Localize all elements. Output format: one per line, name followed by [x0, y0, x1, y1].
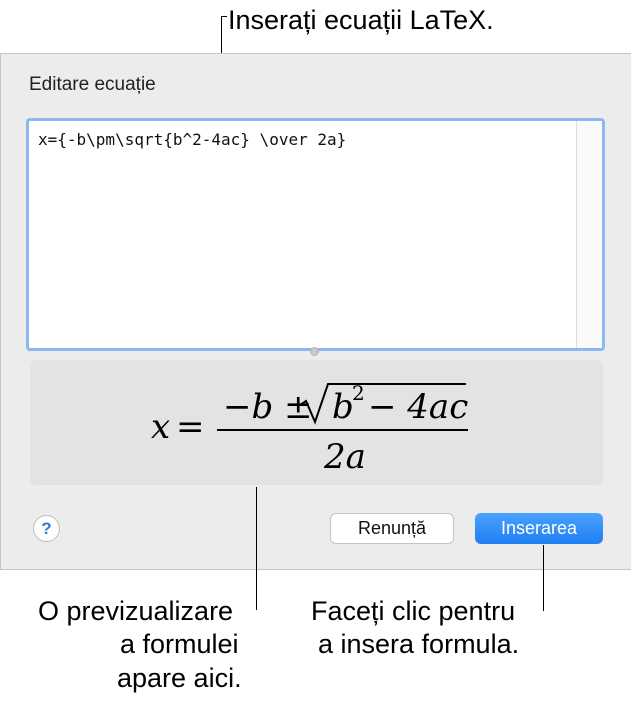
formula-radicand: b	[332, 387, 354, 427]
resize-handle[interactable]	[310, 347, 319, 356]
formula-exponent: 2	[352, 381, 365, 405]
formula-equals: =	[176, 407, 205, 447]
formula-preview: x = −b ± b 2 − 4ac 2a	[30, 360, 603, 485]
formula-denominator: 2a	[323, 437, 366, 477]
dialog-title: Editare ecuație	[29, 74, 156, 95]
latex-editor-frame	[26, 118, 605, 351]
callout-preview-line3: apare aici.	[117, 663, 242, 693]
leader-line-preview	[256, 487, 257, 610]
cancel-button[interactable]: Renunță	[330, 513, 454, 544]
latex-input[interactable]	[32, 124, 575, 345]
callout-insert-line2: a insera formula.	[318, 629, 520, 659]
callout-latex: Inserați ecuații LaTeX.	[228, 5, 494, 35]
callout-insert-line1: Faceți clic pentru	[311, 596, 516, 626]
leader-tick-latex	[221, 16, 227, 17]
equation-dialog: Editare ecuație x = −b ± b 2 − 4ac 2a ? …	[0, 53, 631, 570]
insert-button[interactable]: Inserarea	[475, 513, 603, 544]
callout-preview-line1: O previzualizare	[38, 596, 234, 626]
formula-radicand-rest: − 4ac	[368, 387, 468, 427]
formula-render: x = −b ± b 2 − 4ac 2a	[151, 381, 468, 477]
formula-lhs: x	[151, 407, 170, 447]
formula-numerator: −b ±	[223, 387, 313, 427]
editor-scrollbar[interactable]	[576, 121, 602, 348]
callout-preview-line2: a formulei	[120, 629, 239, 659]
leader-line-insert	[543, 545, 544, 611]
help-button[interactable]: ?	[33, 515, 60, 542]
